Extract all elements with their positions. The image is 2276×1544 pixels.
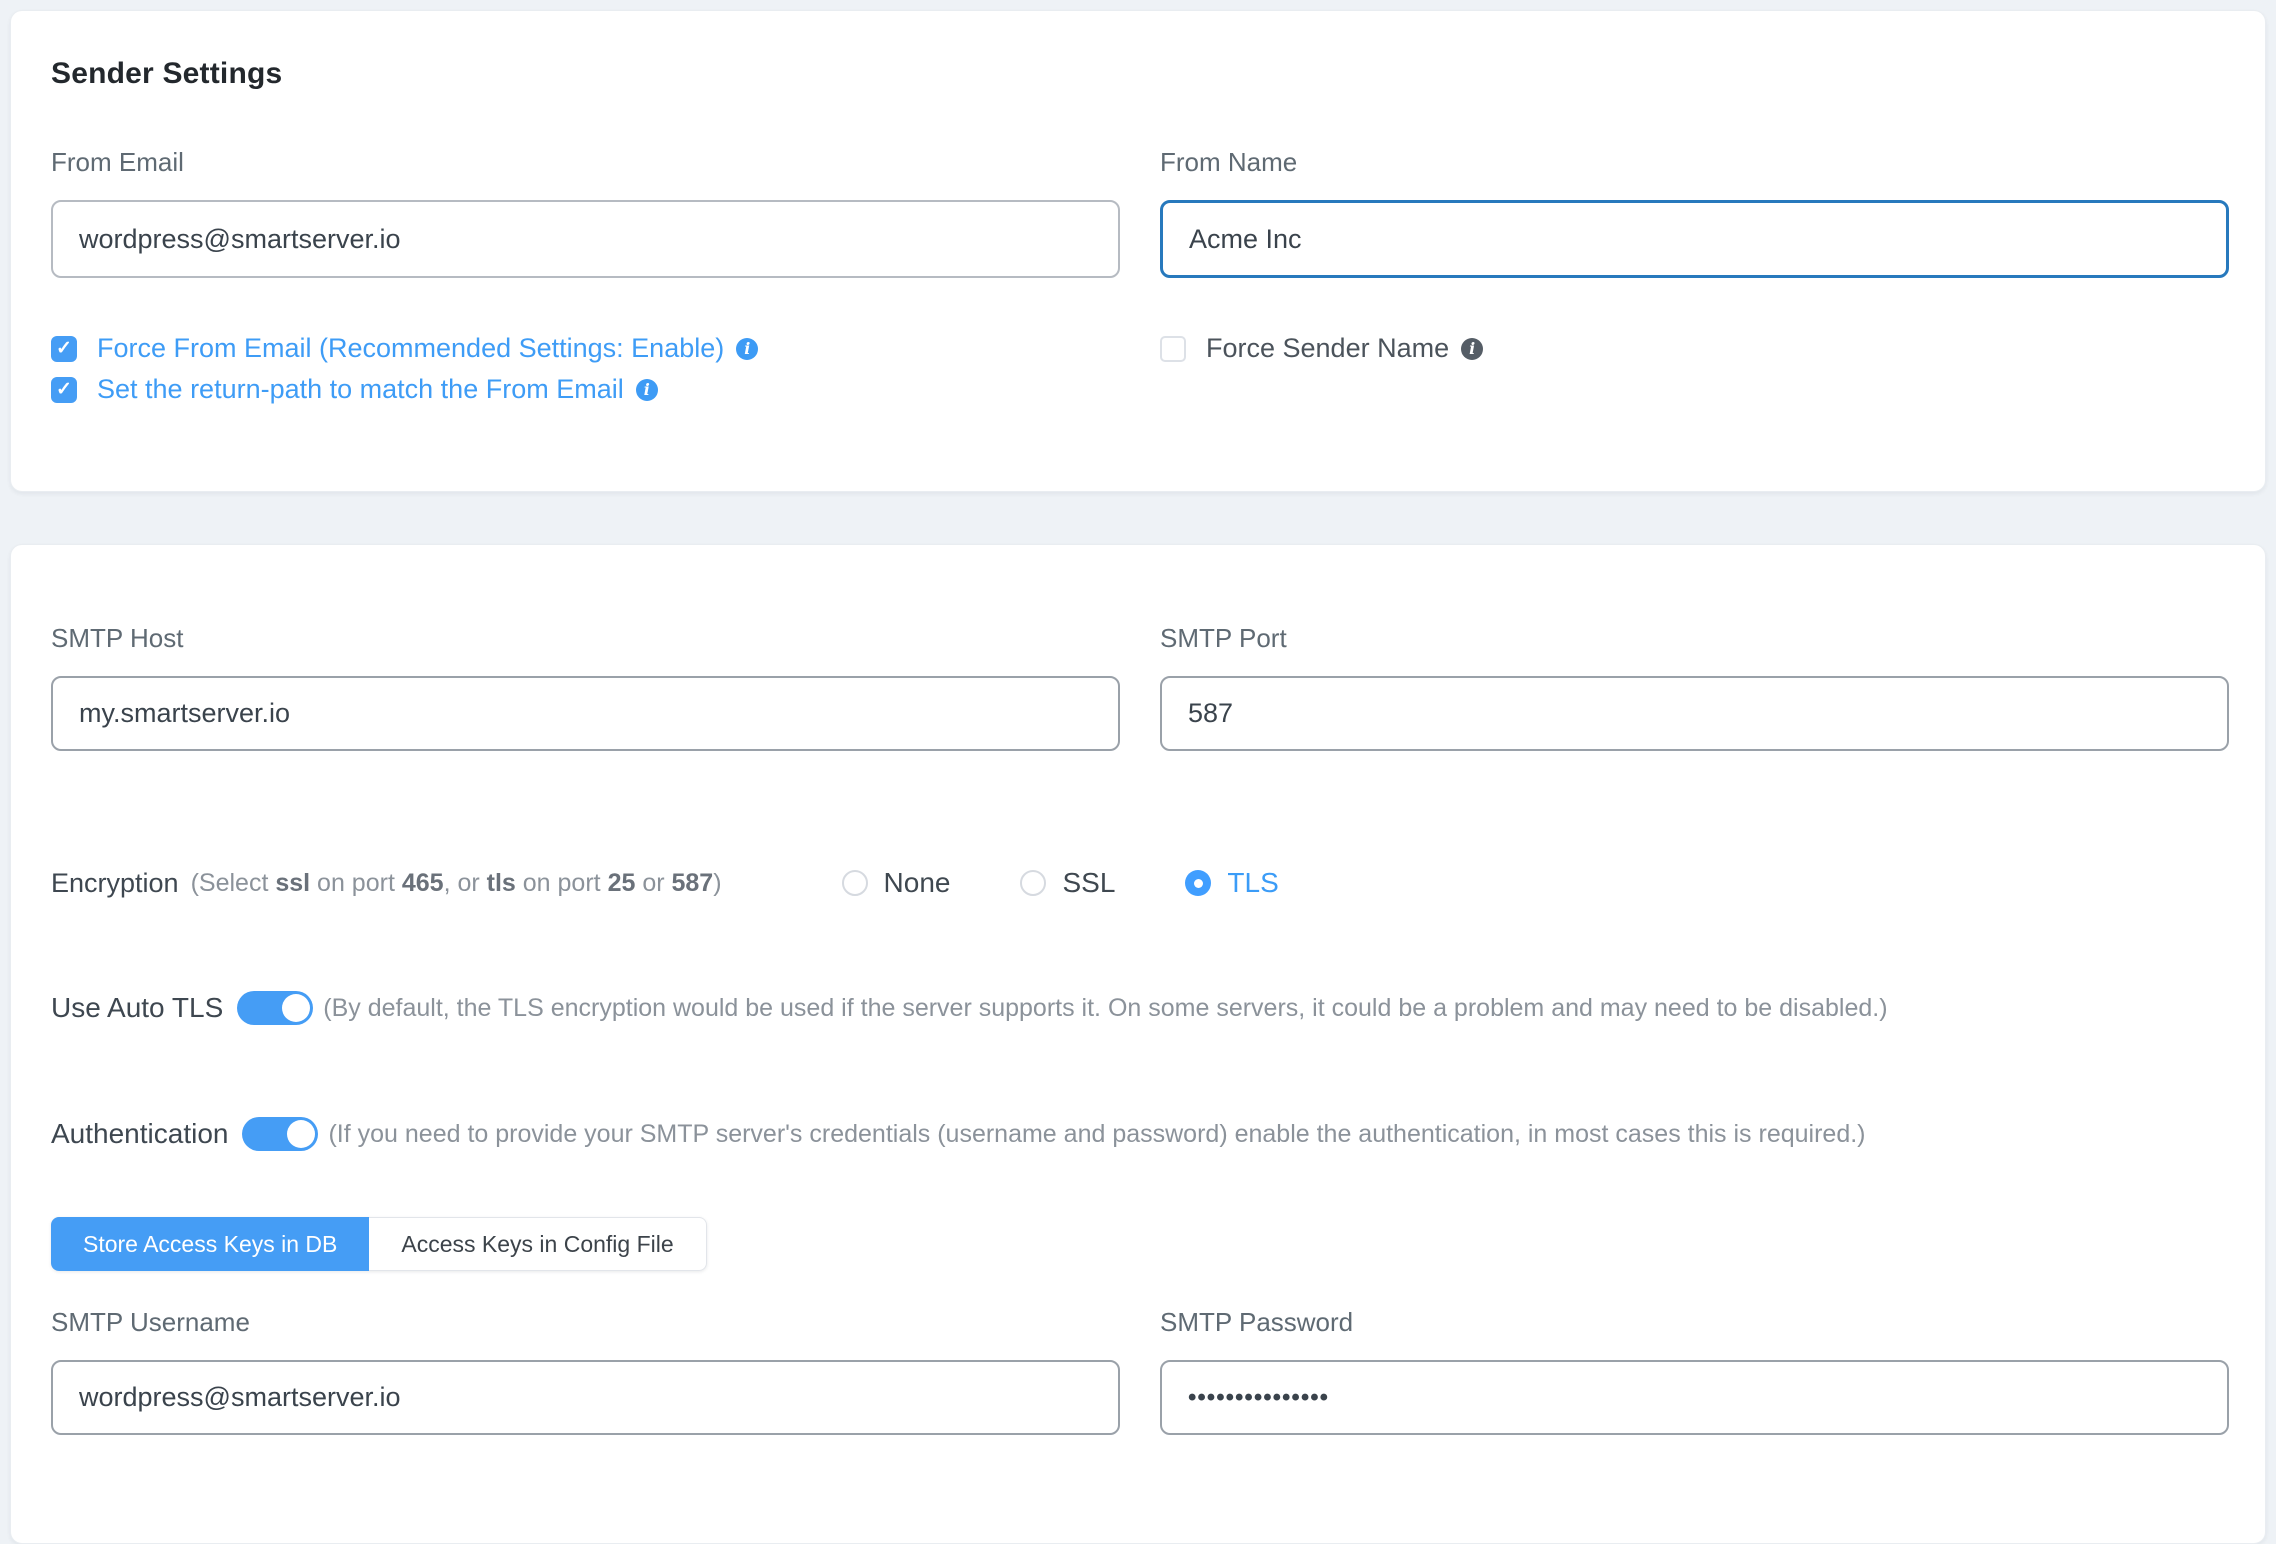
toggle-knob <box>282 994 310 1022</box>
smtp-settings-card: SMTP Host SMTP Port Encryption (Select s… <box>10 544 2266 1544</box>
encryption-label: Encryption <box>51 868 179 899</box>
smtp-port-label: SMTP Port <box>1160 623 2229 654</box>
from-name-label: From Name <box>1160 147 2229 178</box>
smtp-port-input[interactable] <box>1160 676 2229 751</box>
smtp-port-group: SMTP Port <box>1160 623 2229 751</box>
smtp-username-group: SMTP Username <box>51 1307 1120 1435</box>
return-path-row: ✓ Set the return-path to match the From … <box>51 369 1120 410</box>
tab-store-keys-db[interactable]: Store Access Keys in DB <box>51 1217 369 1271</box>
smtp-username-input[interactable] <box>51 1360 1120 1435</box>
force-from-email-label[interactable]: Force From Email (Recommended Settings: … <box>97 333 724 364</box>
auto-tls-toggle[interactable] <box>237 991 313 1025</box>
from-name-group: From Name <box>1160 147 2229 278</box>
force-sender-name-row: Force Sender Name i <box>1160 328 2229 369</box>
smtp-host-input[interactable] <box>51 676 1120 751</box>
force-sender-name-label[interactable]: Force Sender Name <box>1206 333 1449 364</box>
force-sender-name-group: Force Sender Name i <box>1160 328 2229 410</box>
from-email-options: ✓ Force From Email (Recommended Settings… <box>51 328 1120 410</box>
sender-settings-card: Sender Settings From Email From Name ✓ F… <box>10 10 2266 492</box>
from-email-input[interactable] <box>51 200 1120 278</box>
toggle-knob <box>287 1120 315 1148</box>
page-title: Sender Settings <box>51 57 2229 91</box>
encryption-row: Encryption (Select ssl on port 465, or t… <box>51 867 2229 899</box>
auto-tls-row: Use Auto TLS (By default, the TLS encryp… <box>51 991 2229 1025</box>
info-icon[interactable]: i <box>636 379 658 401</box>
encryption-hint: (Select ssl on port 465, or tls on port … <box>191 869 722 898</box>
key-storage-tabs: Store Access Keys in DB Access Keys in C… <box>51 1217 707 1271</box>
encryption-radio-group: None SSL TLS <box>772 867 1279 899</box>
radio-ssl-icon[interactable] <box>1020 870 1046 896</box>
smtp-password-group: SMTP Password <box>1160 1307 2229 1435</box>
smtp-username-label: SMTP Username <box>51 1307 1120 1338</box>
force-from-email-checkbox[interactable]: ✓ <box>51 336 77 362</box>
force-sender-name-checkbox[interactable] <box>1160 336 1186 362</box>
smtp-password-input[interactable] <box>1160 1360 2229 1435</box>
smtp-password-label: SMTP Password <box>1160 1307 2229 1338</box>
from-email-label: From Email <box>51 147 1120 178</box>
auto-tls-label: Use Auto TLS <box>51 992 223 1024</box>
authentication-row: Authentication (If you need to provide y… <box>51 1117 2229 1151</box>
encryption-option-tls[interactable]: TLS <box>1185 867 1278 899</box>
info-icon[interactable]: i <box>1461 338 1483 360</box>
authentication-description: (If you need to provide your SMTP server… <box>328 1120 1865 1149</box>
radio-none-icon[interactable] <box>842 870 868 896</box>
encryption-option-none[interactable]: None <box>842 867 951 899</box>
authentication-toggle[interactable] <box>242 1117 318 1151</box>
smtp-host-label: SMTP Host <box>51 623 1120 654</box>
auto-tls-description: (By default, the TLS encryption would be… <box>323 994 1887 1023</box>
encryption-option-ssl[interactable]: SSL <box>1020 867 1115 899</box>
return-path-checkbox[interactable]: ✓ <box>51 377 77 403</box>
force-from-email-row: ✓ Force From Email (Recommended Settings… <box>51 328 1120 369</box>
radio-ssl-label[interactable]: SSL <box>1062 867 1115 899</box>
radio-none-label[interactable]: None <box>884 867 951 899</box>
smtp-host-group: SMTP Host <box>51 623 1120 751</box>
radio-tls-label[interactable]: TLS <box>1227 867 1278 899</box>
radio-tls-icon[interactable] <box>1185 870 1211 896</box>
from-name-input[interactable] <box>1160 200 2229 278</box>
return-path-label[interactable]: Set the return-path to match the From Em… <box>97 374 624 405</box>
info-icon[interactable]: i <box>736 338 758 360</box>
authentication-label: Authentication <box>51 1118 228 1150</box>
tab-keys-config-file[interactable]: Access Keys in Config File <box>369 1217 706 1271</box>
from-email-group: From Email <box>51 147 1120 278</box>
